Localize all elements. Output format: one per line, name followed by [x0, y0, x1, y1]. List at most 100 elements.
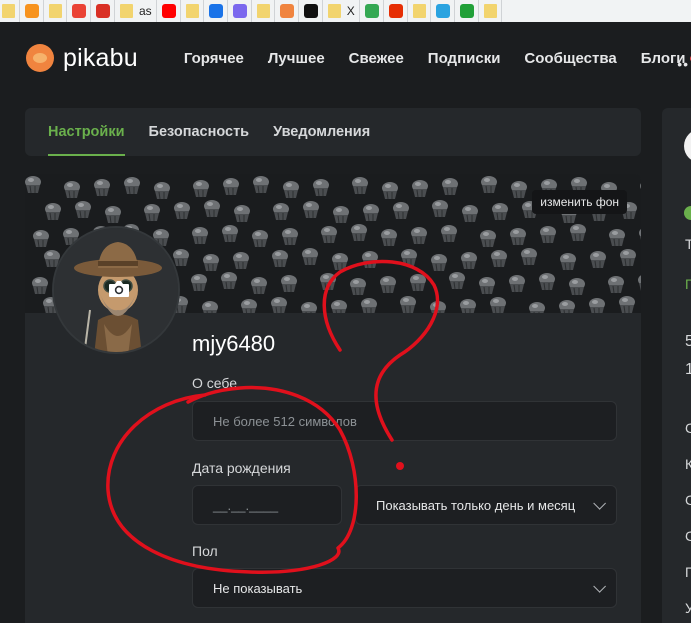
- multicolor-icon: [364, 4, 379, 18]
- bookmark-item[interactable]: [303, 0, 323, 22]
- puzzle-icon: [232, 4, 247, 18]
- cupcake-decoration: [588, 297, 606, 313]
- sber-icon: [459, 4, 474, 18]
- cupcake-decoration: [392, 201, 410, 220]
- profile-avatar[interactable]: [52, 226, 180, 354]
- sidebar-item[interactable]: С: [685, 420, 691, 436]
- bookmark-item[interactable]: as: [120, 0, 157, 22]
- sidebar-stat: 1: [685, 361, 691, 378]
- bookmark-item[interactable]: [185, 0, 204, 22]
- cupcake-decoration: [490, 249, 508, 268]
- cupcake-decoration: [282, 180, 300, 199]
- cupcake-decoration: [410, 226, 428, 245]
- cupcake-decoration: [272, 202, 290, 221]
- settings-tabs: Настройки Безопасность Уведомления: [25, 108, 641, 156]
- sidebar-item[interactable]: С: [685, 528, 691, 544]
- cupcake-decoration: [123, 176, 141, 195]
- cupcake-decoration: [25, 175, 42, 194]
- birthdate-input[interactable]: __.__.____: [192, 485, 342, 525]
- site-header: pikabu Горячее Лучшее Свежее Подписки Со…: [0, 22, 691, 94]
- right-sidebar: Т П 5 1 С К С С П У: [662, 108, 691, 623]
- nav-best[interactable]: Лучшее: [268, 50, 325, 67]
- about-input[interactable]: Не более 512 символов: [192, 401, 617, 441]
- gender-value: Не показывать: [213, 580, 303, 596]
- nav-fresh[interactable]: Свежее: [349, 50, 404, 67]
- sidebar-item[interactable]: У: [685, 600, 691, 616]
- chevron-down-icon: [593, 496, 606, 510]
- mail-icon: [96, 4, 110, 18]
- cupcake-decoration: [568, 277, 586, 296]
- odnoklassniki-icon: [25, 4, 39, 18]
- birthdate-visibility-select[interactable]: Показывать только день и месяц: [355, 485, 617, 525]
- cupcake-decoration: [461, 204, 479, 223]
- cupcake-decoration: [491, 202, 509, 221]
- folder-icon: [412, 4, 426, 18]
- bookmark-item[interactable]: [256, 0, 275, 22]
- cupcake-decoration: [320, 225, 338, 244]
- sidebar-text: Т: [685, 236, 691, 252]
- bookmark-item[interactable]: [72, 0, 91, 22]
- cupcake-decoration: [232, 251, 250, 270]
- cupcake-decoration: [312, 178, 330, 197]
- sidebar-item[interactable]: С: [685, 492, 691, 508]
- birthdate-label: Дата рождения: [192, 460, 291, 476]
- cupcake-decoration: [520, 247, 538, 266]
- cupcake-decoration: [430, 253, 448, 272]
- folder-icon: [483, 4, 497, 18]
- sidebar-avatar[interactable]: [684, 129, 691, 163]
- cupcake-decoration: [192, 179, 210, 198]
- cupcake-decoration: [639, 179, 641, 198]
- cupcake-decoration: [222, 177, 240, 196]
- cupcake-decoration: [360, 297, 378, 313]
- nav-hot[interactable]: Горячее: [184, 50, 244, 67]
- change-cover-button[interactable]: изменить фон: [532, 190, 627, 214]
- tab-settings[interactable]: Настройки: [48, 108, 125, 156]
- cupcake-decoration: [349, 277, 367, 296]
- sidebar-item[interactable]: К: [685, 456, 691, 472]
- site-logo[interactable]: pikabu: [26, 44, 138, 73]
- cupcake-decoration: [411, 179, 429, 198]
- cupcake-decoration: [240, 298, 258, 313]
- telegram-icon: [435, 4, 450, 18]
- cupcake-decoration: [302, 200, 320, 219]
- bookmark-item[interactable]: [459, 0, 479, 22]
- bookmark-item[interactable]: [435, 0, 455, 22]
- cupcake-decoration: [191, 226, 209, 245]
- birthdate-visibility-value: Показывать только день и месяц: [376, 497, 576, 513]
- sidebar-link[interactable]: П: [685, 276, 691, 292]
- cupcake-decoration: [400, 248, 418, 267]
- bookmark-item[interactable]: [483, 0, 502, 22]
- bookmark-item[interactable]: [232, 0, 252, 22]
- sidebar-item[interactable]: П: [685, 564, 691, 580]
- bookmark-item[interactable]: [364, 0, 384, 22]
- bookmark-item[interactable]: [96, 0, 115, 22]
- more-menu-button[interactable]: ••: [677, 56, 689, 72]
- cupcake-decoration: [409, 273, 427, 292]
- nav-subscriptions[interactable]: Подписки: [428, 50, 501, 67]
- cupcake-decoration: [489, 296, 507, 313]
- cupcake-decoration: [429, 300, 447, 313]
- bookmark-item[interactable]: [208, 0, 228, 22]
- gender-select[interactable]: Не показывать: [192, 568, 617, 608]
- bookmark-item[interactable]: X: [327, 0, 360, 22]
- about-label: О себе: [192, 375, 238, 391]
- aliexpress-icon: [388, 4, 403, 18]
- cupcake-decoration: [440, 224, 458, 243]
- bookmark-item[interactable]: [279, 0, 299, 22]
- bookmark-item[interactable]: [388, 0, 408, 22]
- bookmark-item[interactable]: [25, 0, 44, 22]
- cupcake-decoration: [221, 224, 239, 243]
- cupcake-decoration: [280, 274, 298, 293]
- profile-settings-card: изменить фон mjy6480 О себе Не более 512…: [25, 174, 641, 623]
- camera-icon[interactable]: [108, 280, 130, 298]
- cupcake-decoration: [32, 229, 50, 248]
- bookmark-item[interactable]: [412, 0, 431, 22]
- tab-security[interactable]: Безопасность: [149, 108, 250, 156]
- logo-text: pikabu: [63, 43, 138, 72]
- bookmark-item[interactable]: [49, 0, 67, 22]
- bookmark-item[interactable]: [2, 0, 20, 22]
- bookmark-item[interactable]: [161, 0, 181, 22]
- tab-notifications[interactable]: Уведомления: [273, 108, 370, 156]
- cupcake-decoration: [569, 223, 587, 242]
- nav-communities[interactable]: Сообщества: [524, 50, 616, 67]
